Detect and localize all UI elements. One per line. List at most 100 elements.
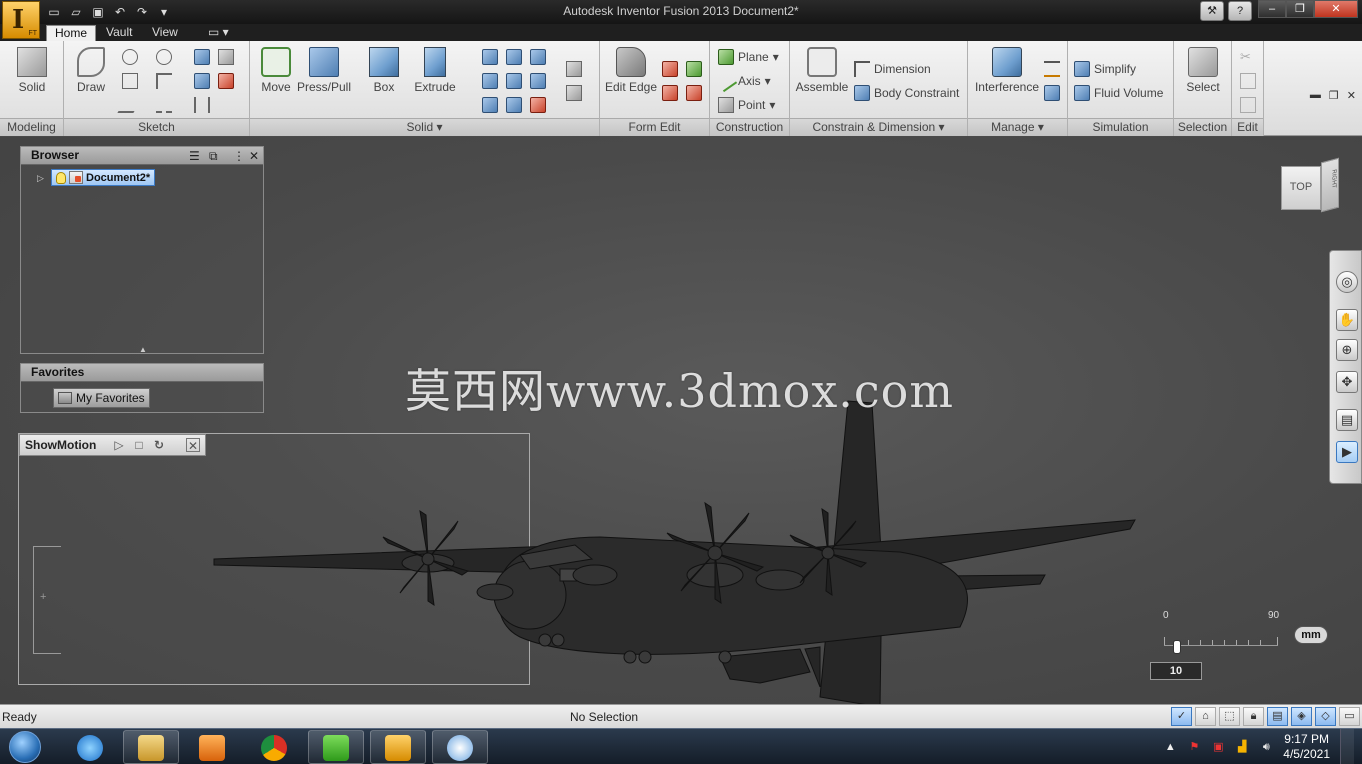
taskbar-explorer[interactable] xyxy=(123,730,179,764)
interference-button[interactable]: Interference xyxy=(972,47,1042,94)
image-icon[interactable] xyxy=(218,49,234,65)
tab-home[interactable]: Home xyxy=(46,25,97,41)
sweep-icon[interactable] xyxy=(506,49,522,65)
pan-hand-icon[interactable]: ✋ xyxy=(1336,309,1358,331)
close-button[interactable]: ✕ xyxy=(1314,0,1358,18)
paste-icon[interactable] xyxy=(1240,97,1256,113)
assemble-button[interactable]: Assemble xyxy=(794,47,850,94)
taskbar-paint[interactable] xyxy=(432,730,488,764)
browser-options-icon[interactable]: ⋮ xyxy=(233,148,245,165)
construction-line-icon[interactable] xyxy=(156,97,172,113)
look-at-icon[interactable]: ▤ xyxy=(1336,409,1358,431)
clock[interactable]: 9:17 PM 4/5/2021 xyxy=(1283,732,1330,762)
edit-edge-button[interactable]: Edit Edge xyxy=(604,47,658,94)
shading-icon[interactable]: ◈ xyxy=(1291,707,1312,726)
browser-close-icon[interactable]: ✕ xyxy=(249,148,259,165)
solid-button[interactable]: Solid xyxy=(12,47,52,94)
extrude-button[interactable]: Extrude xyxy=(412,47,458,94)
ruler-value-field[interactable]: 10 xyxy=(1150,662,1202,680)
panel-label-manage[interactable]: Manage ▾ xyxy=(968,118,1067,136)
doc-minimize-icon[interactable]: ▬ xyxy=(1310,89,1321,102)
help-icon[interactable]: ? xyxy=(1228,1,1252,21)
start-button[interactable] xyxy=(4,729,48,764)
delete-face-icon[interactable] xyxy=(530,97,546,113)
doc-close-icon[interactable]: ✕ xyxy=(1347,89,1356,102)
ruler-slider-handle[interactable] xyxy=(1173,640,1181,654)
expand-arrow-icon[interactable]: ▷ xyxy=(37,173,47,183)
tab-options-icon[interactable]: ▭ ▾ xyxy=(200,25,237,41)
showmotion-snapshot-slot[interactable]: + xyxy=(33,546,61,654)
orbit-icon[interactable]: ✥ xyxy=(1336,371,1358,393)
ground-plane-icon[interactable]: ⌂ xyxy=(1195,707,1216,726)
document-node[interactable]: Document2* xyxy=(51,169,156,186)
taskbar-ie[interactable] xyxy=(62,730,118,764)
fillet-solid-icon[interactable] xyxy=(482,73,498,89)
tweak-icon[interactable] xyxy=(662,85,678,101)
fillet-icon[interactable] xyxy=(156,73,172,89)
fluid-volume-button[interactable]: Fluid Volume xyxy=(1074,85,1163,101)
measure-icon[interactable] xyxy=(1044,61,1060,77)
split-icon[interactable] xyxy=(506,97,522,113)
select-filter-icon[interactable]: ✓ xyxy=(1171,707,1192,726)
edit-curve-icon[interactable] xyxy=(686,61,702,77)
taskbar-inventor[interactable] xyxy=(370,730,426,764)
axis-button[interactable]: Axis ▾ xyxy=(714,69,771,93)
browser-filter-icon[interactable]: ☰ xyxy=(189,148,200,165)
browser-expand-icon[interactable]: ⧉ xyxy=(209,148,218,165)
taskbar-media[interactable] xyxy=(184,730,240,764)
showmotion-toggle-icon[interactable]: ▶ xyxy=(1336,441,1358,463)
action-center-flag-icon[interactable]: ⚑ xyxy=(1187,740,1201,754)
edit-face-icon[interactable] xyxy=(662,61,678,77)
viewcube-top-face[interactable]: TOP xyxy=(1281,166,1321,210)
show-desktop-button[interactable] xyxy=(1340,729,1354,764)
box-button[interactable]: Box xyxy=(366,47,402,94)
my-favorites-button[interactable]: My Favorites xyxy=(53,388,150,408)
circle-icon[interactable] xyxy=(122,49,138,65)
line-icon[interactable] xyxy=(117,97,143,113)
tray-expand-icon[interactable]: ▲ xyxy=(1163,740,1177,754)
airplane-model[interactable] xyxy=(200,387,1150,707)
maximize-button[interactable]: ❐ xyxy=(1286,0,1314,18)
play-icon[interactable]: ▷ xyxy=(112,438,126,452)
project-icon[interactable] xyxy=(194,73,210,89)
pattern-icon[interactable] xyxy=(566,85,582,101)
copy-icon[interactable] xyxy=(1240,73,1256,89)
zoom-icon[interactable]: ⊕ xyxy=(1336,339,1358,361)
dimension-display-icon[interactable]: ◇ xyxy=(1315,707,1336,726)
graphics-viewport[interactable]: Browser ☰ ⧉ ⋮ ✕ ▷ Document2* ▲ Favorites… xyxy=(0,137,1362,707)
tab-vault[interactable]: Vault xyxy=(98,25,140,41)
properties-icon[interactable] xyxy=(1044,85,1060,101)
draw-button[interactable]: Draw xyxy=(72,47,110,94)
revolve-icon[interactable] xyxy=(482,49,498,65)
lock-icon[interactable]: 🔒︎ xyxy=(1243,707,1264,726)
loop-icon[interactable]: ↻ xyxy=(152,438,166,452)
visibility-bulb-icon[interactable] xyxy=(56,171,66,184)
taskbar-chrome[interactable] xyxy=(246,730,302,764)
simplify-button[interactable]: Simplify xyxy=(1074,61,1136,77)
tab-view[interactable]: View xyxy=(144,25,186,41)
select-button[interactable]: Select xyxy=(1182,47,1224,94)
move-button[interactable]: Move xyxy=(258,47,294,94)
bend-icon[interactable] xyxy=(686,85,702,101)
chamfer-icon[interactable] xyxy=(506,73,522,89)
shell-icon[interactable] xyxy=(530,73,546,89)
loft-icon[interactable] xyxy=(530,49,546,65)
panel-label-solid[interactable]: Solid ▾ xyxy=(250,118,599,136)
body-constraint-button[interactable]: Body Constraint xyxy=(854,85,959,101)
showmotion-close-icon[interactable]: ✕ xyxy=(186,438,200,453)
panel-label-constrain[interactable]: Constrain & Dimension ▾ xyxy=(790,118,967,136)
rectangle-icon[interactable] xyxy=(122,73,138,89)
point-button[interactable]: Point ▾ xyxy=(718,97,775,113)
tools-icon[interactable]: ⚒ xyxy=(1200,1,1224,21)
bounding-box-icon[interactable]: ⬚ xyxy=(1219,707,1240,726)
arc-icon[interactable] xyxy=(156,49,172,65)
edit-sketch-icon[interactable] xyxy=(218,73,234,89)
mirror-icon[interactable] xyxy=(566,61,582,77)
display-mode-icon[interactable]: ▤ xyxy=(1267,707,1288,726)
layout-icon[interactable]: ▭ xyxy=(1339,707,1360,726)
dimension-button[interactable]: Dimension xyxy=(854,61,931,77)
stop-icon[interactable]: □ xyxy=(132,438,146,452)
sketch-dimension-icon[interactable] xyxy=(194,97,210,113)
offset-icon[interactable] xyxy=(194,49,210,65)
taskbar-camtasia[interactable] xyxy=(308,730,364,764)
